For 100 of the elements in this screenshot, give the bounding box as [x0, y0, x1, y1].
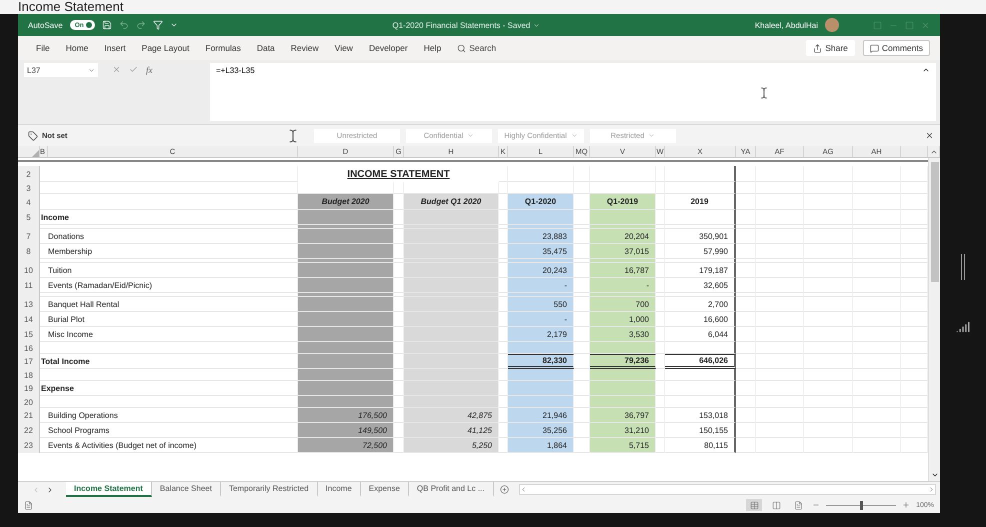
table-cell: 149,500: [298, 423, 394, 438]
table-cell: 350,901: [665, 229, 736, 244]
table-cell: 37,015: [590, 244, 656, 259]
empty-cell: [736, 297, 756, 312]
filter-icon[interactable]: [152, 20, 163, 30]
empty-cell: [736, 244, 756, 259]
sheet-tab[interactable]: Income Statement: [66, 482, 152, 497]
empty-cell: [756, 297, 804, 312]
empty-cell: [656, 244, 665, 259]
empty-cell: [853, 194, 901, 210]
shaded-cell: [590, 396, 656, 408]
name-box[interactable]: L37: [24, 63, 98, 77]
close-icon[interactable]: [925, 131, 934, 140]
ribbon-tab[interactable]: View: [326, 39, 361, 57]
empty-cell: [756, 327, 804, 342]
empty-cell: [853, 312, 901, 327]
ribbon-tab[interactable]: File: [28, 39, 58, 57]
zoom-slider-thumb[interactable]: [860, 500, 864, 510]
redo-icon[interactable]: [136, 20, 146, 30]
empty-cell: [656, 396, 665, 408]
ribbon-tab[interactable]: Developer: [360, 39, 416, 57]
empty-cell: [804, 408, 853, 423]
resize-handle[interactable]: [961, 254, 965, 280]
table-cell: 20,243: [508, 263, 574, 278]
empty-cell: [756, 229, 804, 244]
table-cell: 32,605: [665, 278, 736, 293]
caret-icon: [88, 66, 95, 74]
empty-cell: [804, 327, 853, 342]
row-number: 20: [18, 396, 40, 408]
share-icon: [813, 44, 822, 52]
caret-icon[interactable]: [533, 22, 540, 28]
next-sheet-icon[interactable]: [46, 486, 54, 494]
table-cell: 550: [508, 297, 574, 312]
table-cell: 2,179: [508, 327, 574, 342]
row-number: 11: [18, 278, 40, 293]
ribbon-tab[interactable]: Help: [416, 39, 450, 57]
save-icon[interactable]: [102, 20, 112, 30]
table-cell: 31,210: [590, 423, 656, 438]
collapse-icon[interactable]: [922, 66, 930, 74]
empty-cell: [756, 423, 804, 438]
table-cell: 176,500: [298, 408, 394, 423]
normal-view-button[interactable]: [746, 499, 762, 511]
previous-sheet-icon[interactable]: [32, 486, 40, 494]
table-cell: 150,155: [665, 423, 736, 438]
undo-icon[interactable]: [118, 20, 129, 30]
column-heading: 2019: [665, 194, 736, 210]
zoom-in-icon[interactable]: [902, 501, 910, 509]
empty-cell: [665, 210, 736, 225]
search-field[interactable]: Search: [457, 43, 496, 53]
empty-cell: [853, 182, 901, 194]
maximize-icon[interactable]: [905, 20, 914, 30]
table-cell: 2,700: [665, 297, 736, 312]
table-cell: 20,204: [590, 229, 656, 244]
cancel-icon[interactable]: [112, 65, 121, 74]
table-cell: 646,026: [665, 354, 736, 369]
empty-cell: [853, 263, 901, 278]
empty-cell: [736, 166, 756, 182]
formula-field[interactable]: =+L33-L35: [210, 63, 936, 121]
empty-cell: [804, 297, 853, 312]
empty-cell: [656, 229, 665, 244]
shaded-cell: [590, 210, 656, 225]
empty-cell: [574, 166, 590, 182]
comments-button[interactable]: Comments: [862, 40, 930, 56]
grid-icon: [750, 500, 759, 510]
empty-cell: [736, 396, 756, 408]
empty-cell: [853, 408, 901, 423]
empty-cell: [656, 297, 665, 312]
row-label: Expense: [40, 381, 298, 396]
caret-icon[interactable]: [170, 21, 178, 29]
empty-cell: [656, 312, 665, 327]
empty-cell: [656, 182, 665, 194]
share-button[interactable]: Share: [806, 40, 855, 56]
row-number: 5: [18, 210, 40, 225]
table-cell: 16,787: [590, 263, 656, 278]
add-sheet-icon[interactable]: [500, 485, 508, 494]
scroll-down-icon: [930, 471, 938, 479]
ribbon-tab[interactable]: Formulas: [197, 39, 249, 57]
ribbon-tab[interactable]: Insert: [96, 39, 134, 57]
vertical-scrollbar[interactable]: [928, 158, 940, 481]
avatar[interactable]: [825, 18, 839, 32]
ribbon-tab[interactable]: Page Layout: [134, 39, 198, 57]
ribbon-options-icon[interactable]: [873, 20, 882, 30]
enter-icon[interactable]: [129, 65, 138, 74]
columns-icon: [772, 500, 781, 510]
shaded-cell: [508, 369, 574, 381]
table-cell: 79,236: [590, 354, 656, 369]
ribbon-tab[interactable]: Data: [248, 39, 283, 57]
scrollbar-thumb[interactable]: [930, 162, 938, 282]
ribbon-tab[interactable]: Home: [58, 39, 96, 57]
row-number: 15: [18, 327, 40, 342]
row-label: Banquet Hall Rental: [40, 297, 298, 312]
empty-cell: [736, 342, 756, 354]
empty-cell: [853, 381, 901, 396]
caret-icon: [570, 132, 578, 139]
table-cell: 16,600: [665, 312, 736, 327]
insert-function-button[interactable]: fx: [146, 65, 152, 75]
empty-cell: [736, 438, 756, 453]
select-all-icon[interactable]: [32, 150, 39, 157]
ribbon-tab[interactable]: Review: [282, 39, 327, 57]
empty-cell: [853, 244, 901, 259]
